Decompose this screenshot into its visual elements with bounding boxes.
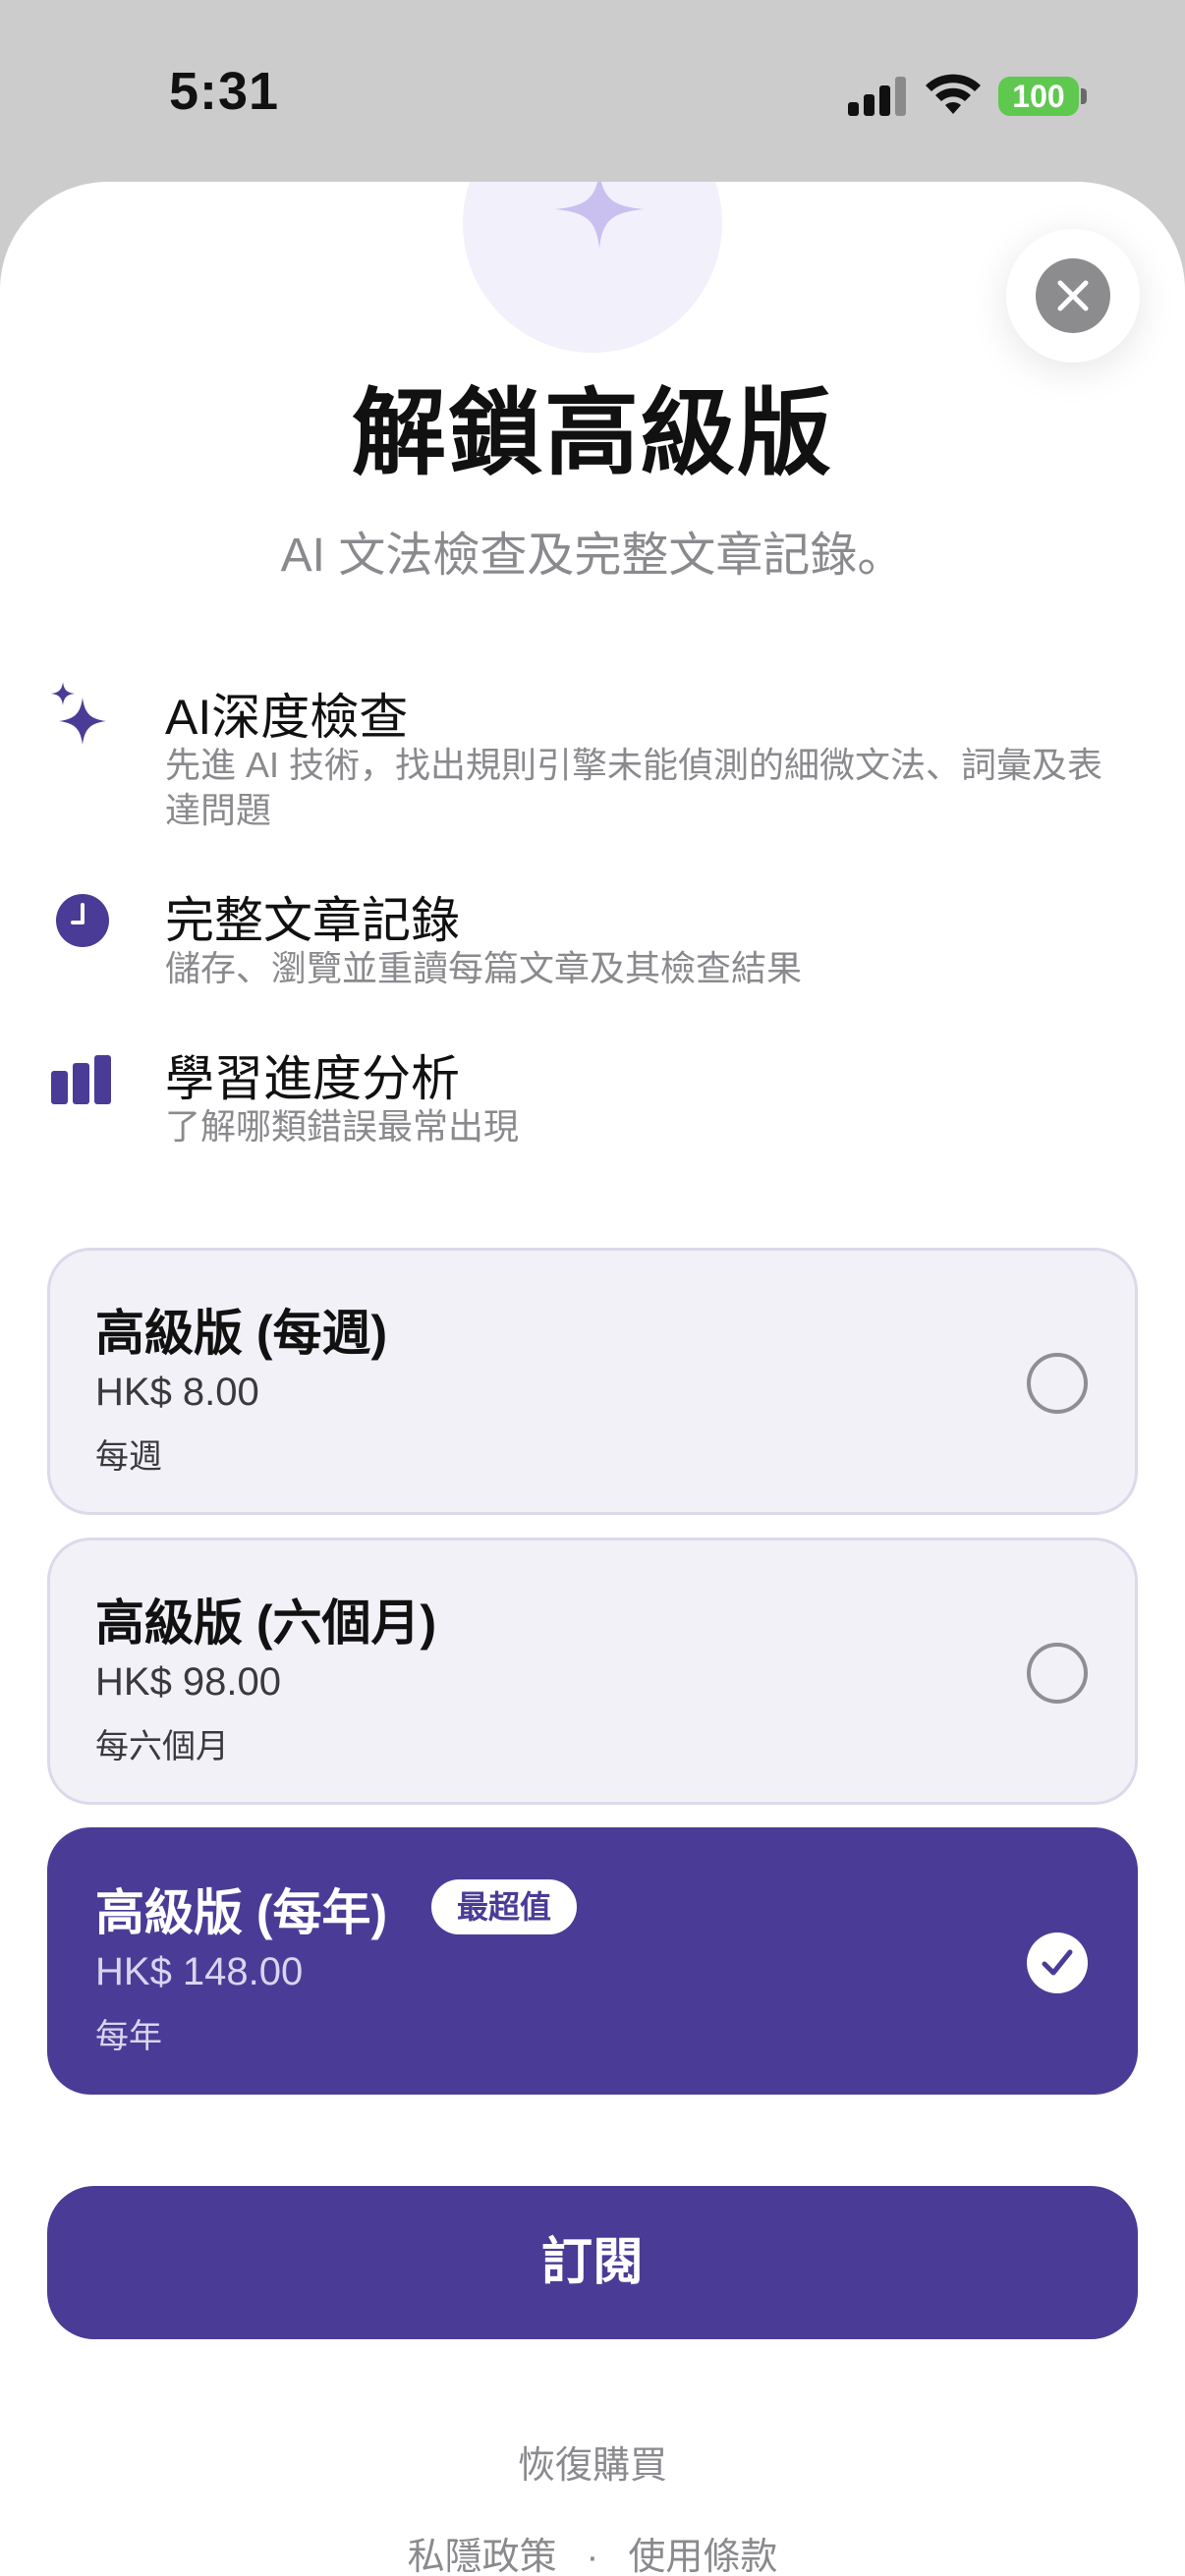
plan-price: HK$ 98.00 (95, 1660, 282, 1704)
feature-title: 完整文章記錄 (165, 893, 460, 948)
radio-button[interactable] (1027, 1643, 1088, 1704)
plan-period: 每六個月 (95, 1728, 229, 1765)
clock-icon (56, 894, 109, 947)
sparkles-icon (51, 682, 106, 745)
wifi-icon (926, 74, 981, 114)
page-title: 解鎖高級版 (352, 381, 833, 486)
plan-option-yearly[interactable]: 高級版 (每年) 最超值 HK$ 148.00 每年 (47, 1827, 1138, 2095)
plan-period: 每週 (95, 1438, 162, 1476)
checkmark-icon (1042, 1949, 1073, 1976)
feature-title: AI深度檢查 (165, 690, 409, 745)
page-subtitle: AI 文法檢查及完整文章記錄。 (280, 530, 905, 582)
battery-tip (1081, 88, 1087, 104)
paywall-sheet: 解鎖高級版 AI 文法檢查及完整文章記錄。 AI深度檢查 先進 AI 技術，找出… (0, 182, 1185, 2576)
feature-description: 儲存、瀏覽並重讀每篇文章及其檢查結果 (165, 948, 803, 988)
close-button[interactable] (1006, 229, 1140, 363)
plan-price: HK$ 8.00 (95, 1371, 259, 1414)
best-value-badge: 最超值 (431, 1879, 578, 1934)
status-bar: 5:31 100 (0, 0, 1185, 187)
footer-links: 私隱政策 · 使用條款 (0, 2526, 1185, 2576)
radio-button[interactable] (1027, 1353, 1088, 1414)
sparkle-icon (554, 182, 645, 249)
status-time: 5:31 (169, 62, 280, 121)
plan-name: 高級版 (每年) (95, 1885, 388, 1940)
feature-title: 學習進度分析 (165, 1051, 460, 1106)
restore-purchases-link[interactable]: 恢復購買 (0, 2435, 1185, 2489)
battery-indicator: 100 (998, 77, 1079, 116)
cellular-signal-icon (848, 77, 907, 116)
close-icon[interactable] (1036, 258, 1110, 333)
radio-button-checked[interactable] (1027, 1932, 1088, 1993)
plan-period: 每年 (95, 2018, 162, 2055)
plan-price: HK$ 148.00 (95, 1950, 304, 1993)
plan-name: 高級版 (每週) (95, 1306, 388, 1361)
footer-separator: · (586, 2537, 599, 2576)
feature-description: 先進 AI 技術，找出規則引擎未能偵測的細微文法、詞彙及表達問題 (165, 745, 1103, 830)
plan-option-six-months[interactable]: 高級版 (六個月) HK$ 98.00 每六個月 (47, 1538, 1138, 1805)
feature-description: 了解哪類錯誤最常出現 (165, 1106, 520, 1147)
subscribe-button[interactable]: 訂閱 (47, 2186, 1138, 2339)
plan-option-weekly[interactable]: 高級版 (每週) HK$ 8.00 每週 (47, 1248, 1138, 1515)
privacy-policy-link[interactable]: 私隱政策 (408, 2526, 557, 2576)
plan-name: 高級版 (六個月) (95, 1596, 437, 1651)
bar-chart-icon (51, 1055, 111, 1104)
terms-of-use-link[interactable]: 使用條款 (628, 2526, 777, 2576)
